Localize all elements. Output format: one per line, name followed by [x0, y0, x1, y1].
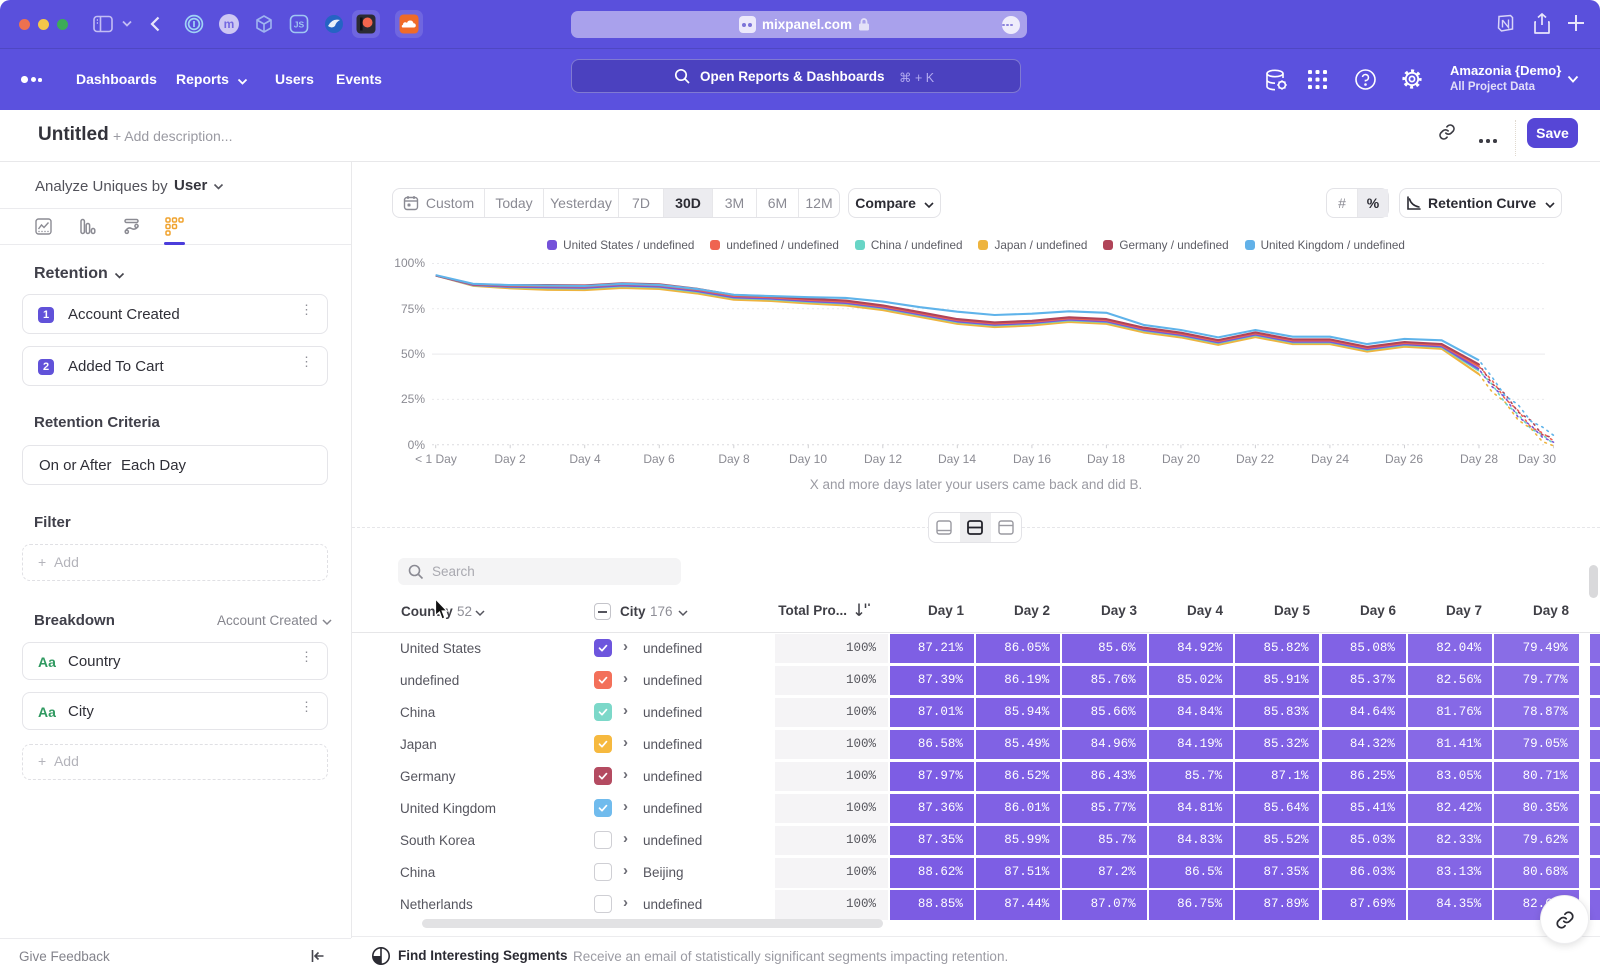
svg-text:JS: JS: [294, 20, 305, 30]
